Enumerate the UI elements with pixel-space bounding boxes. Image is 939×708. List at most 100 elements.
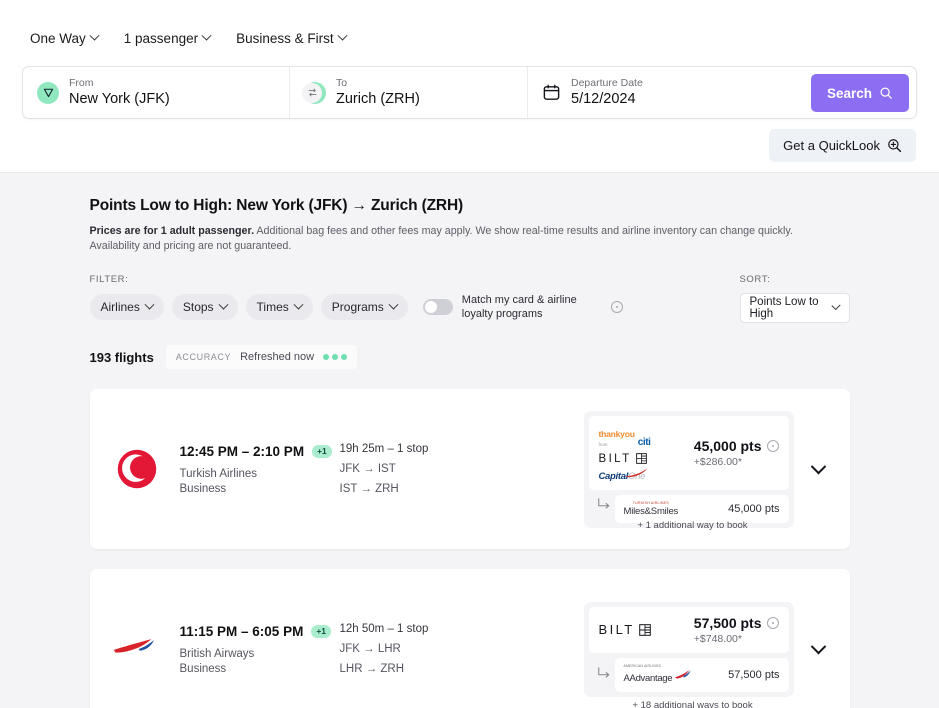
secondary-booking-option[interactable]: AMERICAN AIRLINES AAdvantage 57,500 pts (615, 658, 789, 692)
flight-route-column: 12h 50m – 1 stop JFK → LHR LHR → ZRH (340, 623, 490, 675)
zoom-in-icon (887, 138, 902, 153)
cabin-class-dropdown[interactable]: Business & First (236, 31, 346, 46)
flight-leg: JFK → LHR (340, 643, 490, 655)
results-panel: Points Low to High: New York (JFK) → Zur… (0, 172, 939, 708)
points-price: 45,000 pts (694, 438, 762, 454)
british-airways-logo (108, 634, 166, 664)
departure-date-field[interactable]: Departure Date 5/12/2024 (527, 67, 751, 118)
search-button[interactable]: Search (811, 74, 909, 112)
origin-field[interactable]: From New York (JFK) (23, 67, 289, 118)
sort-group: SORT: Points Low to High (740, 274, 850, 323)
sub-option-arrow-icon (597, 666, 611, 680)
toggle-knob (425, 301, 437, 313)
secondary-booking-option[interactable]: TURKISH AIRLINES Miles&Smiles 45,000 pts (615, 495, 789, 523)
expand-flight-button[interactable] (802, 632, 836, 666)
refreshed-text: Refreshed now (240, 351, 314, 363)
origin-label: From (69, 77, 170, 90)
chevron-down-icon (144, 299, 154, 309)
bilt-text: BILT (599, 622, 635, 637)
status-dots (323, 354, 347, 360)
bilt-grid-icon (636, 453, 647, 464)
american-airlines-mark-icon (675, 670, 691, 679)
destination-label: To (336, 77, 420, 90)
swap-airports-button[interactable] (302, 83, 322, 103)
bilt-logo: BILT (599, 622, 651, 637)
destination-value: Zurich (ZRH) (336, 90, 420, 108)
secondary-points-price: 45,000 pts (728, 503, 779, 515)
sort-value: Points Low to High (750, 296, 834, 320)
flight-time-column: 12:45 PM – 2:10 PM +1 Turkish Airlines B… (180, 444, 340, 495)
flight-leg: IST → ZRH (340, 483, 490, 495)
match-loyalty-group: Match my card & airline loyalty programs (423, 293, 623, 321)
price-panel[interactable]: BILT 57,500 pts +$748.00* (584, 602, 794, 697)
bilt-grid-icon (639, 624, 651, 636)
filter-label: FILTER: (90, 274, 623, 285)
trip-type-label: One Way (30, 31, 86, 46)
origin-value: New York (JFK) (69, 90, 170, 108)
flight-time-column: 11:15 PM – 6:05 PM +1 British Airways Bu… (180, 624, 340, 675)
aadvantage-logo: AMERICAN AIRLINES AAdvantage (624, 664, 692, 686)
citi-from-text: from (599, 442, 635, 447)
info-icon[interactable] (611, 301, 623, 313)
program-logo-stack: BILT (599, 622, 681, 637)
filter-airlines-label: Airlines (101, 300, 140, 314)
chevron-down-icon (388, 299, 398, 309)
chevron-down-icon (202, 30, 212, 40)
filter-stops-label: Stops (183, 300, 214, 314)
destination-field[interactable]: To Zurich (ZRH) (289, 67, 527, 118)
citi-name-text: citi (638, 438, 651, 447)
search-icon (879, 86, 893, 100)
bilt-logo: BILT (599, 453, 647, 465)
filter-times[interactable]: Times (246, 294, 313, 320)
quicklook-row: Get a QuickLook (22, 129, 917, 162)
filter-programs-label: Programs (332, 300, 384, 314)
match-loyalty-label: Match my card & airline loyalty programs (462, 293, 602, 321)
passengers-label: 1 passenger (124, 31, 198, 46)
filter-stops[interactable]: Stops (172, 294, 238, 320)
capital-one-logo: Capital One (599, 471, 650, 482)
cabin-class: Business (180, 483, 340, 495)
passengers-dropdown[interactable]: 1 passenger (124, 31, 210, 46)
secondary-points-price: 57,500 pts (728, 669, 779, 681)
price-block: 57,500 pts +$748.00* (694, 615, 779, 645)
flight-card[interactable]: 11:15 PM – 6:05 PM +1 British Airways Bu… (90, 569, 850, 708)
turkish-airlines-logo (108, 447, 166, 491)
primary-booking-option[interactable]: BILT 57,500 pts +$748.00* (589, 607, 789, 653)
flight-times: 12:45 PM – 2:10 PM (180, 444, 305, 459)
points-price: 57,500 pts (694, 615, 762, 631)
expand-flight-button[interactable] (802, 452, 836, 486)
aadvantage-text: AAdvantage (624, 673, 673, 684)
chevron-down-icon (811, 638, 827, 654)
primary-booking-option[interactable]: thankyou from citi BILT (589, 416, 789, 490)
filter-times-label: Times (257, 300, 289, 314)
disclaimer-bold: Prices are for 1 adult passenger. (90, 225, 255, 237)
flight-leg: JFK → IST (340, 463, 490, 475)
sort-dropdown[interactable]: Points Low to High (740, 293, 850, 323)
flight-duration: 12h 50m – 1 stop (340, 623, 490, 635)
search-bar: From New York (JFK) To Zurich (ZRH) (22, 66, 917, 119)
cabin-class-label: Business & First (236, 31, 334, 46)
flight-count: 193 flights (90, 350, 154, 365)
trip-type-dropdown[interactable]: One Way (30, 31, 98, 46)
trip-options-bar: One Way 1 passenger Business & First (22, 18, 917, 54)
price-block: 45,000 pts +$286.00* (694, 438, 779, 468)
calendar-icon (542, 83, 561, 102)
results-count-row: 193 flights ACCURACY Refreshed now (90, 345, 850, 369)
more-ways-to-book[interactable]: + 1 additional way to book (588, 520, 798, 531)
airline-name: British Airways (180, 648, 340, 660)
flight-card[interactable]: 12:45 PM – 2:10 PM +1 Turkish Airlines B… (90, 389, 850, 549)
match-loyalty-toggle[interactable] (423, 299, 453, 315)
chevron-down-icon (218, 299, 228, 309)
more-ways-to-book[interactable]: + 18 additional ways to book (588, 700, 798, 708)
aadvantage-sup: AMERICAN AIRLINES (624, 664, 673, 668)
cabin-class: Business (180, 663, 340, 675)
accuracy-tag: ACCURACY (176, 352, 231, 362)
filter-airlines[interactable]: Airlines (90, 294, 164, 320)
origin-pin-icon (37, 82, 59, 104)
filter-programs[interactable]: Programs (321, 294, 408, 320)
info-icon[interactable] (767, 617, 779, 629)
price-panel[interactable]: thankyou from citi BILT (584, 411, 794, 528)
get-quicklook-button[interactable]: Get a QuickLook (769, 129, 916, 162)
info-icon[interactable] (767, 440, 779, 452)
search-header: One Way 1 passenger Business & First Fro… (0, 0, 939, 172)
